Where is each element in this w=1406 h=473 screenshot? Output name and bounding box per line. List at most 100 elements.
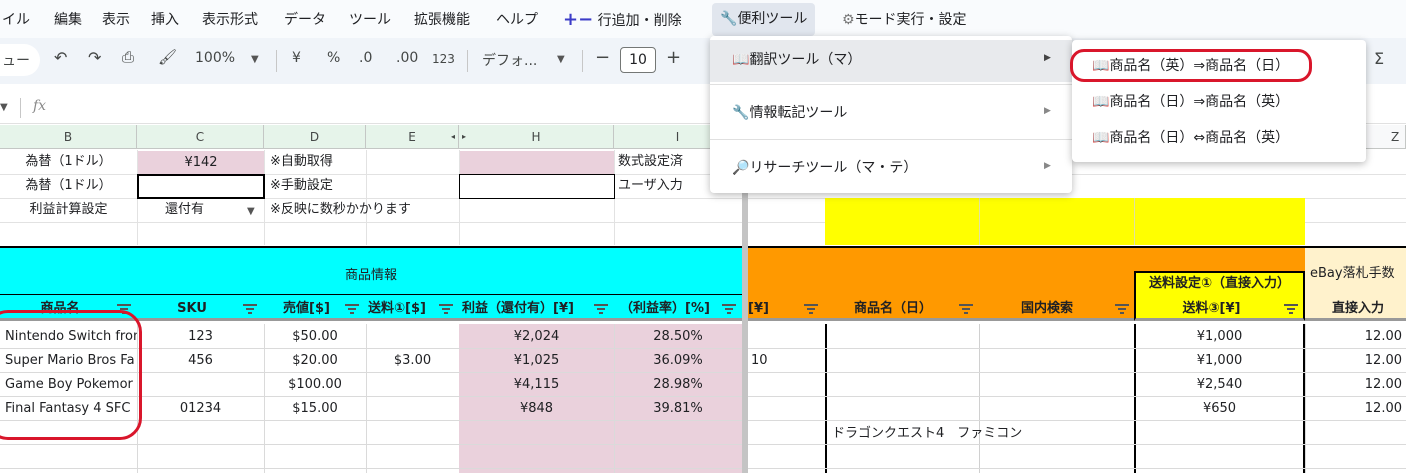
cell-price[interactable]: $15.00: [264, 397, 366, 421]
filter-icon[interactable]: [722, 304, 736, 314]
sum-function[interactable]: Σ: [1374, 49, 1384, 68]
cell-profit-rate[interactable]: 28.98%: [614, 373, 742, 397]
cell-jp-extra[interactable]: ドラゴンクエスト4 ファミコン: [832, 422, 1132, 446]
filter-icon[interactable]: [439, 304, 453, 314]
cell-b3[interactable]: 利益計算設定: [0, 198, 137, 222]
cell-profit[interactable]: ¥4,115: [459, 373, 614, 397]
font-size-increase[interactable]: +: [666, 47, 681, 68]
menu-view[interactable]: 表示: [102, 9, 130, 29]
cell-shipping3[interactable]: ¥1,000: [1136, 325, 1303, 349]
cell-c2-input[interactable]: [137, 174, 265, 199]
column-header-d[interactable]: D: [264, 125, 366, 149]
header-profit[interactable]: 利益（還付有）[¥]: [462, 297, 598, 321]
undo-icon[interactable]: ↶: [54, 48, 67, 67]
menu-convenient-tools[interactable]: 🔧便利ツール: [712, 3, 816, 36]
print-icon[interactable]: ⎙: [122, 48, 134, 66]
cell-sku[interactable]: 123: [137, 325, 264, 349]
menu-translate-tool[interactable]: 📖翻訳ツール（マ）: [732, 49, 861, 69]
filter-icon[interactable]: [594, 304, 608, 314]
cell-profit[interactable]: ¥2,024: [459, 325, 614, 349]
cell-d2[interactable]: ※手動設定: [270, 174, 365, 198]
zoom-select[interactable]: 100%: [195, 50, 235, 66]
cell-price[interactable]: $100.00: [264, 373, 366, 397]
cell-sku[interactable]: 456: [137, 349, 264, 373]
column-header-b[interactable]: B: [0, 125, 137, 149]
cell-shipping3[interactable]: ¥650: [1136, 397, 1303, 421]
refund-select[interactable]: 還付有: [165, 198, 245, 222]
header-price[interactable]: 売値[$]: [264, 297, 349, 321]
filter-icon[interactable]: [243, 304, 257, 314]
header-yen[interactable]: [¥]: [748, 297, 788, 321]
cell-direct-input[interactable]: 12.00: [1305, 373, 1404, 397]
cell-price[interactable]: $20.00: [264, 349, 366, 373]
menu-transfer-tool[interactable]: 🔧情報転記ツール: [732, 102, 847, 122]
name-box-dropdown-icon[interactable]: ▼: [0, 102, 8, 113]
search-menus[interactable]: ュー: [2, 50, 30, 70]
header-sku[interactable]: SKU: [137, 297, 247, 321]
cell-shipping[interactable]: $3.00: [366, 349, 459, 373]
menu-research-tool[interactable]: 🔎リサーチツール（マ・テ）: [732, 157, 917, 177]
font-dropdown-icon[interactable]: ▼: [557, 54, 565, 65]
cell-yen[interactable]: 10: [749, 349, 825, 373]
menu-insert[interactable]: 挿入: [151, 9, 179, 29]
menu-extensions[interactable]: 拡張機能: [414, 9, 470, 29]
percent-format[interactable]: %: [327, 50, 340, 66]
section-product-info[interactable]: 商品情報: [0, 246, 742, 295]
cell-profit-rate[interactable]: 28.50%: [614, 325, 742, 349]
decrease-decimal[interactable]: .0: [359, 50, 372, 66]
cell-direct-input[interactable]: 12.00: [1305, 397, 1404, 421]
ebay-fee-header[interactable]: eBay落札手数: [1305, 246, 1406, 295]
cell-d3[interactable]: ※反映に数秒かかります: [270, 198, 470, 222]
filter-icon[interactable]: [345, 304, 359, 314]
cell-profit-rate[interactable]: 39.81%: [614, 397, 742, 421]
cell-h2-legend-white[interactable]: [459, 174, 615, 199]
column-header-h[interactable]: ▸ H: [459, 125, 614, 149]
column-header-c[interactable]: C: [137, 125, 264, 149]
filter-icon[interactable]: [1115, 304, 1129, 314]
header-direct-input[interactable]: 直接入力: [1310, 297, 1406, 321]
filter-icon[interactable]: [804, 304, 818, 314]
cell-direct-input[interactable]: 12.00: [1305, 349, 1404, 373]
expand-arrow-icon[interactable]: ▸: [462, 125, 466, 149]
header-profit-rate[interactable]: （利益率）[%]: [620, 297, 720, 321]
menu-jp-swap-en[interactable]: 📖商品名（日）⇔商品名（英）: [1092, 127, 1289, 147]
header-shipping3[interactable]: 送料③[¥]: [1134, 297, 1289, 321]
menu-data[interactable]: データ: [284, 9, 326, 29]
font-select[interactable]: デフォ...: [482, 50, 537, 70]
column-header-e[interactable]: E ◂: [366, 125, 459, 149]
cell-profit-rate[interactable]: 36.09%: [614, 349, 742, 373]
paint-format-icon[interactable]: 🖌: [158, 48, 177, 66]
menu-file[interactable]: イル: [2, 9, 30, 29]
cell-profit[interactable]: ¥1,025: [459, 349, 614, 373]
menu-add-delete-rows[interactable]: +− 行追加・削除: [563, 9, 682, 30]
menu-format[interactable]: 表示形式: [202, 9, 258, 29]
cell-h1-legend-pink[interactable]: [460, 151, 614, 174]
font-size-input[interactable]: 10: [620, 47, 656, 73]
zoom-dropdown-icon[interactable]: ▼: [251, 54, 259, 65]
font-size-decrease[interactable]: −: [595, 47, 610, 68]
redo-icon[interactable]: ↷: [88, 48, 101, 67]
header-product-name-jp[interactable]: 商品名（日）: [825, 297, 961, 321]
menu-help[interactable]: ヘルプ: [496, 9, 538, 29]
menu-edit[interactable]: 編集: [54, 9, 82, 29]
menu-jp-to-en[interactable]: 📖商品名（日）⇒商品名（英）: [1092, 91, 1289, 111]
cell-c1-rate[interactable]: ¥142: [138, 151, 264, 174]
filter-icon[interactable]: [1284, 304, 1298, 314]
header-domestic-search[interactable]: 国内検索: [979, 297, 1115, 321]
filter-icon[interactable]: [959, 304, 973, 314]
cell-b2[interactable]: 為替（1ドル）: [0, 174, 137, 198]
cell-shipping3[interactable]: ¥1,000: [1136, 349, 1303, 373]
menu-mode-settings[interactable]: ⚙モード実行・設定: [842, 9, 967, 29]
collapse-arrow-icon[interactable]: ◂: [451, 125, 455, 149]
cell-b1[interactable]: 為替（1ドル）: [0, 150, 137, 174]
increase-decimal[interactable]: .00: [396, 50, 418, 66]
refund-dropdown-icon[interactable]: ▼: [247, 206, 255, 217]
menu-tools[interactable]: ツール: [349, 9, 391, 29]
shipping-setting-header[interactable]: 送料設定①（直接入力）: [1134, 271, 1305, 295]
cell-direct-input[interactable]: 12.00: [1305, 325, 1404, 349]
cell-profit[interactable]: ¥848: [459, 397, 614, 421]
cell-d1[interactable]: ※自動取得: [270, 150, 365, 174]
header-shipping[interactable]: 送料①[$]: [368, 297, 443, 321]
cell-shipping3[interactable]: ¥2,540: [1136, 373, 1303, 397]
cell-price[interactable]: $50.00: [264, 325, 366, 349]
